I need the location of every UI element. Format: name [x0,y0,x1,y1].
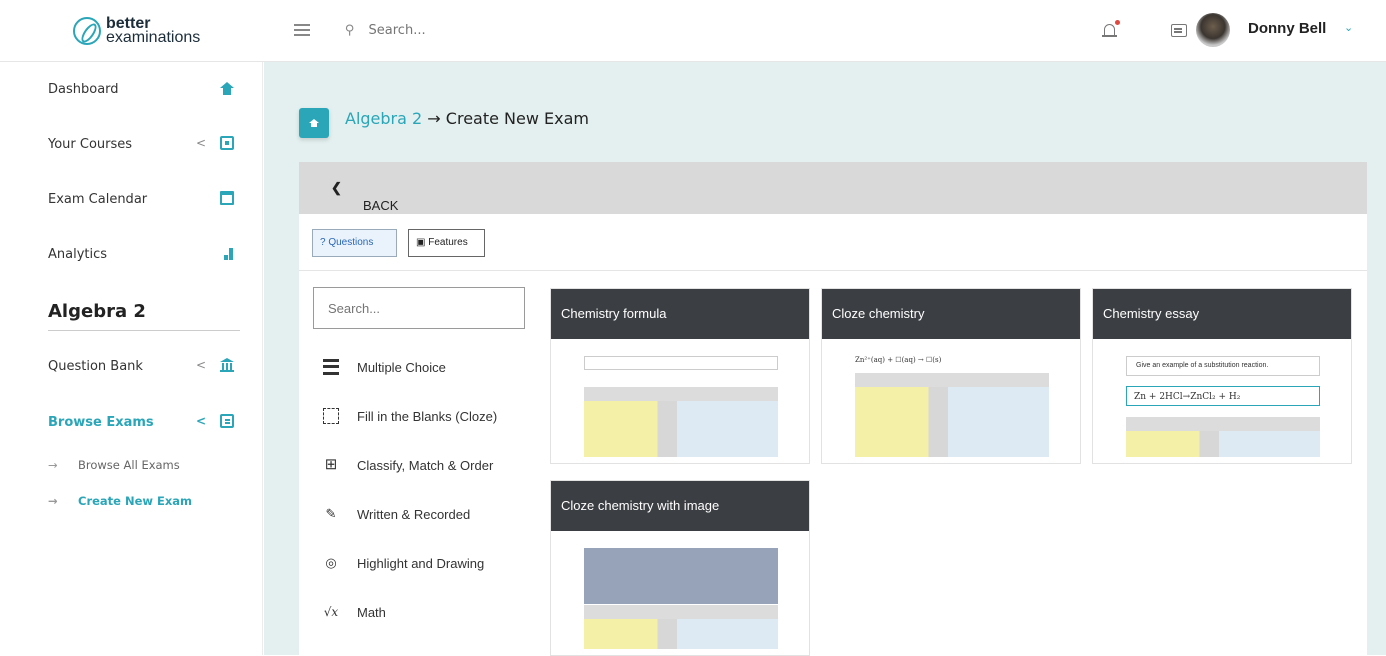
card-preview: Give an example of a substitution reacti… [1126,356,1320,457]
divider [48,330,240,331]
page-title: Create New Exam [445,109,589,128]
question-template-card[interactable]: Cloze chemistry Zn²⁺(aq) + ☐(aq) → ☐(s) [821,288,1081,464]
question-type-label: Written & Recorded [357,507,471,522]
sidebar-subitem-label: Create New Exam [78,494,193,508]
calendar-icon [220,191,234,205]
card-title: Chemistry essay [1093,289,1351,339]
question-type-classify[interactable]: ⊞ Classify, Match & Order [323,455,523,477]
breadcrumb-separator: → [427,109,441,128]
question-type-cloze[interactable]: Fill in the Blanks (Cloze) [323,406,523,428]
chevron-left-icon: ❮ [331,180,342,195]
list-icon [323,359,339,375]
card-preview [584,548,778,649]
preview-formula: Zn + 2HCl→ZnCl₂ + H₂ [1134,392,1241,402]
notification-dot [1115,20,1120,25]
bar-chart-icon [220,246,234,260]
sidebar-item-dashboard[interactable]: Dashboard [48,78,240,102]
chevron-left-icon: < [196,358,207,372]
question-type-written[interactable]: ✎ Written & Recorded [323,504,523,526]
question-template-card[interactable]: Chemistry essay Give an example of a sub… [1092,288,1352,464]
breadcrumb: Algebra 2 → Create New Exam [345,109,589,128]
question-type-highlight[interactable]: ◎ Highlight and Drawing [323,553,523,575]
exam-book-icon [220,414,234,428]
top-search: ⚲ [345,18,585,42]
arrow-right-icon: → [48,494,58,508]
tab-label: Features [428,237,468,248]
main-content: Algebra 2 → Create New Exam ❮ BACK ? Que… [264,62,1386,656]
question-type-label: Classify, Match & Order [357,458,494,473]
search-input[interactable] [368,22,569,38]
sidebar-subitem-create-new-exam[interactable]: → Create New Exam [48,494,192,508]
sidebar-item-browse-exams[interactable]: Browse Exams < [48,411,240,435]
question-template-card[interactable]: Cloze chemistry with image [550,480,810,656]
pencil-icon: ✎ [325,506,337,521]
question-type-label: Multiple Choice [357,360,446,375]
notification-bell-icon[interactable] [1101,18,1121,42]
grid-icon: ⊞ [324,456,338,473]
breadcrumb-course-link[interactable]: Algebra 2 [345,109,422,128]
course-icon [220,136,234,150]
question-type-label: Highlight and Drawing [357,556,485,571]
menu-icon[interactable] [294,24,310,36]
sidebar-item-label: Analytics [48,247,108,262]
image-icon: ▣ [416,237,426,248]
dashed-box-icon [323,408,339,424]
card-title: Chemistry formula [551,289,809,339]
user-name[interactable]: Donny Bell [1248,20,1326,37]
question-type-label: Fill in the Blanks (Cloze) [357,409,498,424]
chevron-down-icon[interactable]: ⌄ [1344,21,1353,34]
preview-text: Give an example of a substitution reacti… [1136,362,1269,369]
logo-text-line2: examinations [106,29,201,46]
card-preview [584,356,778,457]
avatar[interactable] [1196,13,1230,47]
question-template-card[interactable]: Chemistry formula [550,288,810,464]
sidebar-item-label: Browse Exams [48,415,154,430]
question-mark-icon: ? [320,237,326,248]
section-title: Algebra 2 [48,301,146,322]
home-icon[interactable] [299,108,329,138]
card-title: Cloze chemistry [822,289,1080,339]
sidebar-item-label: Question Bank [48,359,143,374]
search-icon: ⚲ [345,22,355,38]
sidebar-item-label: Your Courses [48,137,133,152]
question-type-label: Math [357,605,386,620]
target-icon: ◎ [325,555,337,570]
arrow-right-icon: → [48,458,58,472]
question-type-math[interactable]: √x Math [323,602,523,624]
sidebar-item-label: Dashboard [48,82,119,97]
bank-icon [220,358,234,372]
preview-text: Zn²⁺(aq) + ☐(aq) → ☐(s) [855,356,942,364]
logo-mark-icon [73,17,101,45]
chat-icon[interactable] [1171,24,1187,37]
card-preview: Zn²⁺(aq) + ☐(aq) → ☐(s) [855,356,1049,457]
top-bar: better examinations ⚲ Donny Bell ⌄ [0,0,1386,62]
tab-label: Questions [328,237,374,248]
tab-features[interactable]: ▣ Features [408,229,485,257]
question-search-input[interactable] [313,287,525,329]
tab-questions[interactable]: ? Questions [312,229,397,257]
sidebar-item-exam-calendar[interactable]: Exam Calendar [48,188,240,212]
back-button[interactable]: ❮ BACK [299,162,1367,214]
sidebar-item-label: Exam Calendar [48,192,148,207]
sqrt-icon: √x [323,605,339,619]
question-type-multiple-choice[interactable]: Multiple Choice [323,357,523,379]
logo[interactable]: better examinations [73,10,213,52]
chevron-left-icon: < [196,414,207,428]
molecule-image [584,548,778,604]
sidebar-item-your-courses[interactable]: Your Courses < [48,133,240,157]
exam-builder-panel: ❮ BACK ? Questions ▣ Features Multiple C… [299,162,1367,656]
card-title: Cloze chemistry with image [551,481,809,531]
sidebar: Dashboard Your Courses < Exam Calendar A… [9,62,263,655]
sidebar-item-analytics[interactable]: Analytics [48,243,240,267]
sidebar-subitem-browse-all-exams[interactable]: → Browse All Exams [48,458,180,472]
chevron-left-icon: < [196,136,207,150]
sidebar-subitem-label: Browse All Exams [78,458,180,472]
back-label: BACK [363,198,399,213]
sidebar-item-question-bank[interactable]: Question Bank < [48,355,240,379]
tab-bar: ? Questions ▣ Features [299,214,1367,271]
